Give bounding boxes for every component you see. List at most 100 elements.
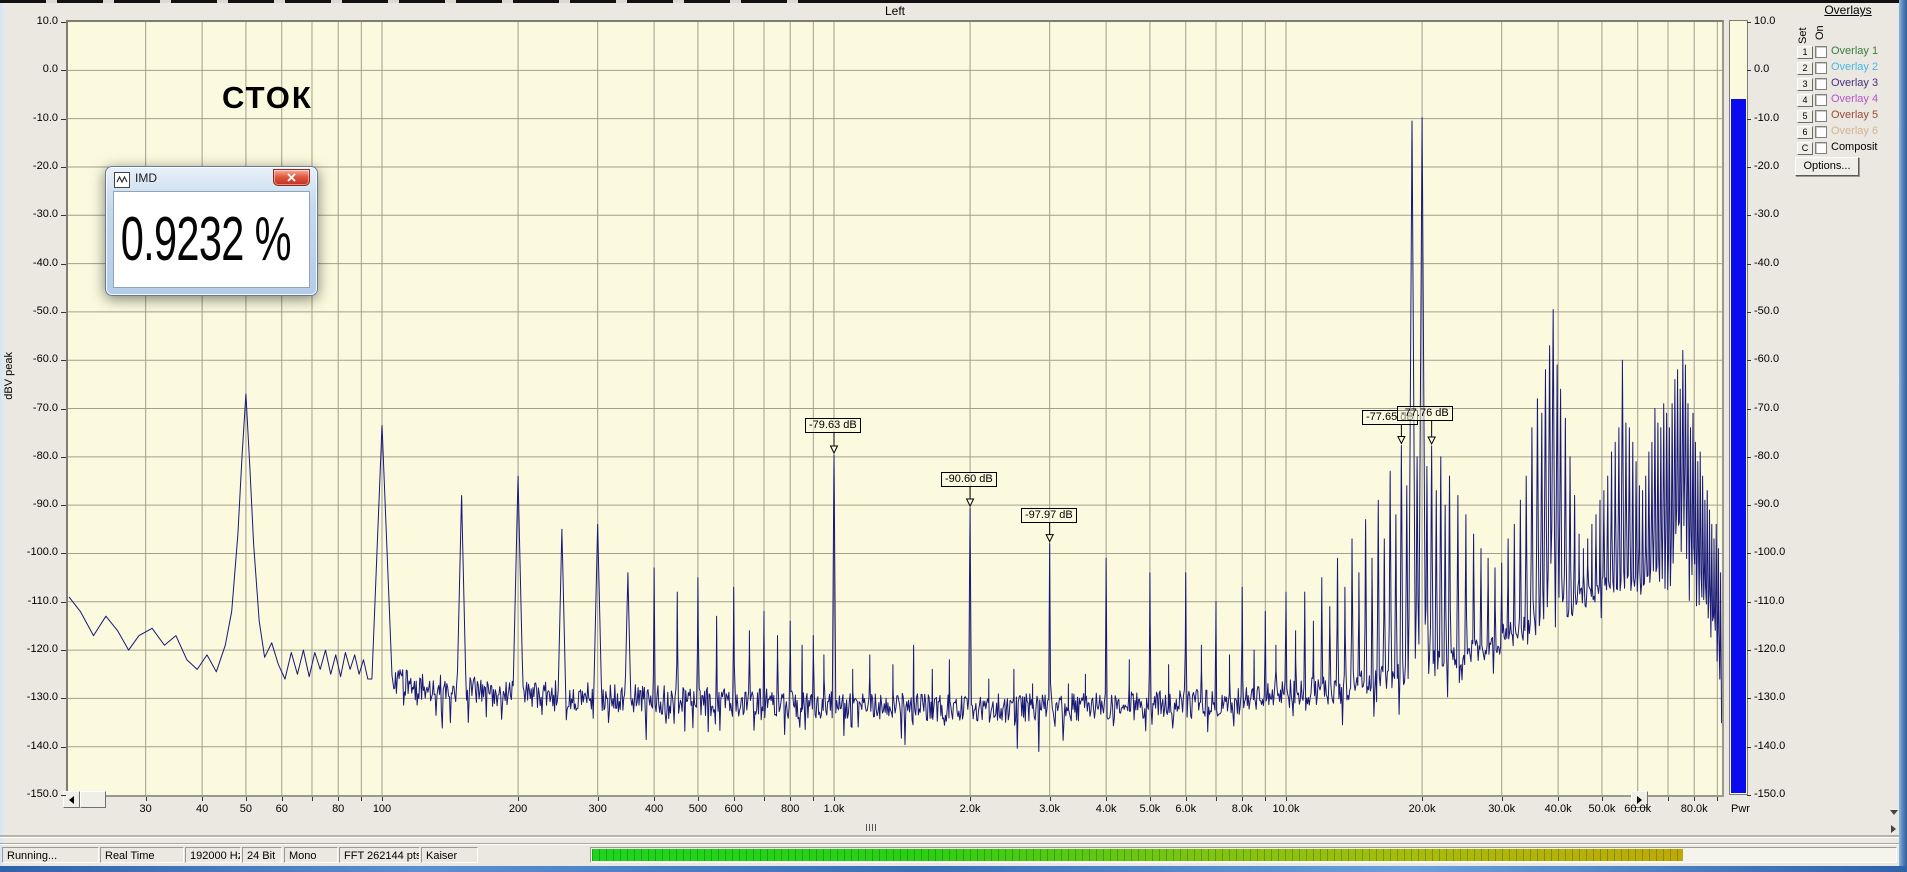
corner-right-arrow-icon[interactable] bbox=[1891, 825, 1896, 833]
x-axis-tick bbox=[361, 797, 363, 801]
statusbar-level-meter bbox=[590, 847, 1897, 863]
overlay-set-button-4[interactable]: 4 bbox=[1797, 94, 1813, 107]
x-axis-tick bbox=[338, 797, 340, 801]
scroll-left-button[interactable] bbox=[63, 791, 80, 808]
corner-down-arrow-icon[interactable] bbox=[1890, 810, 1898, 815]
y-axis-label: -80.0 bbox=[32, 449, 58, 462]
y-axis-tick bbox=[61, 263, 66, 265]
peak-marker-label[interactable]: -97.97 dB bbox=[1021, 508, 1077, 523]
y-axis-label-right: -20.0 bbox=[1754, 159, 1780, 172]
y-axis-label: -100.0 bbox=[26, 546, 58, 559]
status-field-6: FFT 262144 pts bbox=[339, 847, 420, 863]
peak-marker-label[interactable]: -90.60 dB bbox=[941, 472, 997, 487]
close-icon[interactable] bbox=[273, 169, 310, 186]
overlay-checkbox-1[interactable] bbox=[1815, 46, 1827, 58]
overlay-label-2: Overlay 2 bbox=[1831, 61, 1879, 73]
overlays-panel-title: Overlays bbox=[1824, 3, 1872, 17]
imd-value: 0.9232 % bbox=[120, 205, 292, 274]
overlay-checkbox-4[interactable] bbox=[1815, 94, 1827, 106]
imd-dialog[interactable]: IMD 0.9232 % bbox=[105, 166, 318, 296]
power-level-meter bbox=[1729, 20, 1748, 795]
status-field-3: 192000 Hz bbox=[185, 847, 241, 863]
overlay-set-button-C[interactable]: C bbox=[1797, 142, 1813, 155]
overlay-set-button-2[interactable]: 2 bbox=[1797, 62, 1813, 75]
y-axis-label-right: -110.0 bbox=[1754, 594, 1785, 607]
overlay-checkbox-2[interactable] bbox=[1815, 62, 1827, 74]
y-axis-tick-right bbox=[1747, 70, 1751, 72]
y-axis-label: -40.0 bbox=[32, 256, 58, 269]
x-axis-tick bbox=[281, 797, 283, 801]
y-axis-tick-right bbox=[1747, 22, 1751, 23]
x-axis-tick bbox=[763, 797, 765, 801]
y-axis-label-right: -100.0 bbox=[1754, 546, 1786, 559]
splitter-grip-icon[interactable] bbox=[866, 824, 878, 831]
x-axis-tick bbox=[1667, 797, 1669, 801]
spectrum-plot-area[interactable]: СТОК -79.63 dB -90.60 dB -97.97 dB -77.65 d… bbox=[66, 20, 1724, 797]
spectrum-canvas[interactable] bbox=[68, 22, 1722, 795]
x-axis-tick bbox=[1422, 797, 1424, 801]
x-axis-tick bbox=[1637, 797, 1639, 801]
menu-bar-remnant bbox=[0, 0, 820, 3]
x-axis-tick bbox=[382, 797, 383, 801]
y-axis-tick-right bbox=[1747, 650, 1751, 652]
x-axis-tick bbox=[1601, 797, 1603, 801]
overlay-checkbox-6[interactable] bbox=[1815, 126, 1827, 138]
overlay-label-5: Overlay 5 bbox=[1831, 109, 1879, 121]
taskbar-sliver bbox=[0, 866, 1907, 872]
x-axis-tick bbox=[1215, 797, 1217, 801]
overlay-set-button-5[interactable]: 5 bbox=[1797, 110, 1813, 123]
overlay-set-button-6[interactable]: 6 bbox=[1797, 126, 1813, 139]
x-axis-label: 6.0k bbox=[1175, 803, 1197, 815]
imd-dialog-body: 0.9232 % bbox=[113, 191, 310, 288]
x-axis-tick bbox=[202, 797, 204, 801]
y-axis-tick-right bbox=[1747, 311, 1751, 313]
channel-title: Left bbox=[884, 4, 905, 18]
overlay-set-button-1[interactable]: 1 bbox=[1797, 46, 1813, 59]
x-axis-tick bbox=[518, 797, 520, 801]
y-axis-tick-right bbox=[1747, 360, 1751, 362]
x-axis-label: 30 bbox=[139, 803, 152, 815]
x-axis-tick bbox=[1265, 797, 1267, 801]
overlay-label-1: Overlay 1 bbox=[1831, 45, 1879, 57]
x-axis-label: 3.0k bbox=[1039, 803, 1061, 815]
overlay-set-button-3[interactable]: 3 bbox=[1797, 78, 1813, 91]
x-axis-tick bbox=[697, 797, 699, 801]
y-axis-tick bbox=[61, 456, 66, 458]
x-axis-tick bbox=[834, 797, 835, 801]
y-axis-tick bbox=[61, 118, 66, 120]
y-axis-label-right: -150.0 bbox=[1754, 788, 1786, 800]
x-axis-label: 1.0k bbox=[823, 803, 845, 815]
x-axis-tick bbox=[145, 797, 147, 801]
x-axis-label: 200 bbox=[508, 803, 528, 815]
y-axis-label-right: 0.0 bbox=[1754, 63, 1770, 76]
y-axis-label: -70.0 bbox=[32, 401, 58, 414]
y-axis-label: 10.0 bbox=[36, 15, 58, 27]
y-axis-tick-right bbox=[1747, 263, 1751, 265]
x-axis-tick bbox=[311, 797, 313, 801]
x-axis-label: 30.0k bbox=[1488, 803, 1516, 815]
peak-marker-label[interactable]: -79.63 dB bbox=[805, 418, 861, 433]
x-axis-label: 40 bbox=[196, 803, 209, 815]
y-axis-tick bbox=[61, 650, 66, 652]
x-axis-label: 8.0k bbox=[1231, 803, 1253, 815]
x-axis-label: 60 bbox=[275, 803, 288, 815]
peak-marker-label[interactable]: -77.76 dB bbox=[1397, 406, 1453, 421]
options-button[interactable]: Options... bbox=[1795, 157, 1859, 176]
pwr-axis-label: Pwr bbox=[1731, 803, 1750, 815]
y-axis-label: -150.0 bbox=[26, 788, 58, 800]
window-left-edge bbox=[0, 3, 6, 866]
x-axis-tick bbox=[733, 797, 735, 801]
x-axis-label: 80.0k bbox=[1680, 803, 1708, 815]
y-axis-tick-right bbox=[1747, 118, 1751, 120]
user-text-label: СТОК bbox=[222, 80, 313, 115]
overlay-checkbox-C[interactable] bbox=[1815, 142, 1827, 154]
overlay-checkbox-5[interactable] bbox=[1815, 110, 1827, 122]
y-axis-tick bbox=[61, 505, 66, 507]
divider bbox=[0, 835, 1899, 838]
y-axis-tick-right bbox=[1747, 698, 1751, 700]
y-axis-label: -90.0 bbox=[32, 498, 58, 511]
y-axis-tick bbox=[61, 215, 66, 217]
y-axis-tick bbox=[61, 166, 66, 168]
scrollbar-thumb[interactable] bbox=[80, 791, 106, 808]
overlay-checkbox-3[interactable] bbox=[1815, 78, 1827, 90]
